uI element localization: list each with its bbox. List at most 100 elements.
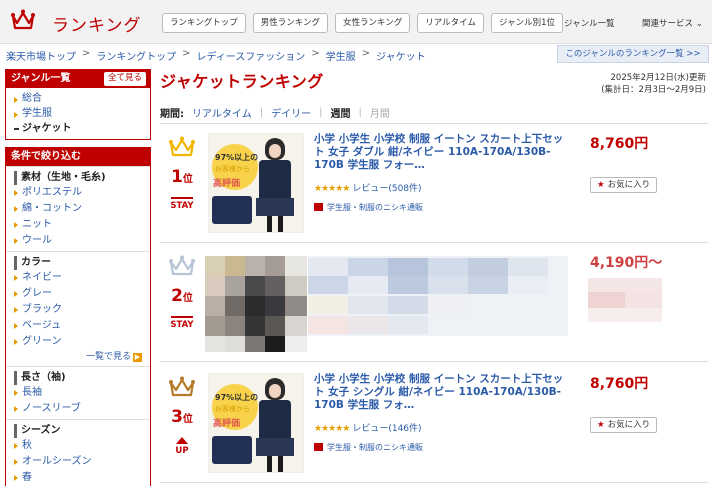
price: 8,760円 [590, 136, 649, 152]
filter-title: カラー [14, 256, 142, 270]
product-image[interactable]: 97%以上の お客様から 高評価 [208, 373, 304, 473]
folded-jacket [212, 436, 252, 464]
shop-house-icon [314, 443, 323, 451]
price: 4,190円～ [590, 255, 663, 271]
filter-title: 素材（生地・毛糸) [14, 171, 142, 185]
badge-text: 高評価 [213, 419, 241, 429]
gold-crown-icon [169, 136, 195, 157]
breadcrumb-separator: > [361, 48, 371, 59]
model-skirt [256, 438, 294, 456]
nav-women-ranking[interactable]: 女性ランキング [335, 13, 411, 33]
rank-value: 2 [171, 286, 183, 306]
see-all-button[interactable]: 全て見る [103, 72, 146, 86]
product-title-link[interactable]: 小学 小学生 小学校 制服 イートン スカート上下セット 女子 ダブル 紺/ネイ… [314, 133, 566, 172]
filter-item[interactable]: 長袖 [14, 385, 142, 401]
crown-logo-icon[interactable] [10, 8, 36, 32]
logo-text[interactable]: ランキング [52, 11, 142, 36]
tab-realtime[interactable]: リアルタイム [192, 105, 252, 120]
filter-item[interactable]: ブラック [14, 302, 142, 318]
shop-link[interactable]: 学生服・制服のニシキ通販 [314, 202, 423, 213]
filter-item[interactable]: 春 [14, 470, 142, 486]
favorite-label: お気に入り [607, 420, 651, 430]
filter-item[interactable]: グリーン [14, 334, 142, 350]
shop-house-icon [314, 203, 323, 211]
genre-box: ジャンル一覧 全て見る 総合 学生服 ジャケット [5, 69, 151, 140]
ranking-item: 3位 UP 97%以上の お客様から 高評価 小学 小学生 小学校 制服 イート… [160, 365, 708, 483]
review-count: レビュー(146件) [352, 424, 422, 434]
filter-item[interactable]: ノースリーブ [14, 401, 142, 417]
filter-item[interactable]: ネイビー [14, 270, 142, 286]
filter-season: シーズン 秋 オールシーズン 春 [6, 419, 150, 486]
favorite-button[interactable]: ★ お気に入り [590, 417, 658, 433]
filter-item[interactable]: ウール [14, 233, 142, 249]
genre-list-link[interactable]: ジャンル一覧 [564, 17, 615, 29]
filter-color: カラー ネイビー グレー ブラック ベージュ グリーン 一覧で見る ▶ [6, 251, 150, 366]
arrow-right-icon: ▶ [133, 353, 142, 362]
nav-realtime[interactable]: リアルタイム [417, 13, 484, 33]
color-more-link[interactable]: 一覧で見る ▶ [14, 350, 142, 364]
pixelated-product-image[interactable] [205, 256, 307, 352]
rank-number: 2位 [168, 286, 196, 306]
breadcrumb-separator: > [182, 48, 191, 59]
filter-material: 素材（生地・毛糸) ポリエステル 綿・コットン ニット ウール [6, 166, 150, 251]
filter-box-title: 条件で絞り込む [6, 148, 150, 166]
genre-box-title: ジャンル一覧 [11, 73, 71, 84]
badge-text: 97%以上の [215, 153, 259, 162]
aggregation-period: (集計日：2月3日～2月9日) [601, 85, 706, 95]
period-tabs: 期間: リアルタイム | デイリー | 週間 | 月間 [160, 102, 708, 124]
breadcrumb: 楽天市場トップ > ランキングトップ > レディースファッション > 学生服 >… [6, 48, 426, 63]
shop-name: 学生服・制服のニシキ通販 [327, 203, 423, 212]
page-title: ジャケットランキング [160, 72, 324, 91]
filter-item[interactable]: ニット [14, 217, 142, 233]
filter-item[interactable]: グレー [14, 286, 142, 302]
filter-item[interactable]: オールシーズン [14, 454, 142, 470]
pixelated-favorite-button[interactable] [588, 278, 662, 322]
review-row[interactable]: ★★★★★ レビュー(508件) [314, 181, 422, 194]
genre-item-jacket: ジャケット [14, 121, 142, 136]
favorite-button[interactable]: ★ お気に入り [590, 177, 658, 193]
star-icon: ★ [597, 420, 605, 430]
tab-weekly: 週間 [330, 109, 351, 120]
genre-item-overall[interactable]: 総合 [14, 91, 142, 106]
genre-list: 総合 学生服 ジャケット [6, 88, 150, 139]
ranking-item: 2位 STAY 4,190円～ [160, 244, 708, 362]
update-date-line: 2025年2月12日(水)更新 [610, 73, 707, 83]
filter-item[interactable]: 綿・コットン [14, 201, 142, 217]
movement-label: STAY [170, 201, 194, 211]
tab-daily[interactable]: デイリー [271, 105, 311, 120]
filter-title: 長さ（袖) [14, 371, 142, 385]
breadcrumb-ranking-top[interactable]: ランキングトップ [96, 48, 176, 63]
top-nav: ランキングトップ 男性ランキング 女性ランキング リアルタイム ジャンル別1位 [162, 13, 563, 33]
nav-genre-first[interactable]: ジャンル別1位 [491, 13, 563, 33]
model-face [269, 144, 281, 158]
shop-link[interactable]: 学生服・制服のニシキ通販 [314, 442, 423, 453]
nav-ranking-top[interactable]: ランキングトップ [162, 13, 246, 33]
filter-item[interactable]: ベージュ [14, 318, 142, 334]
breadcrumb-ladies-fashion[interactable]: レディースファッション [196, 48, 305, 63]
genre-item-school-uniform[interactable]: 学生服 [14, 106, 142, 121]
product-title-link[interactable]: 小学 小学生 小学校 制服 イートン スカート上下セット 女子 シングル 紺/ネ… [314, 373, 566, 412]
period-separator: | [259, 107, 264, 118]
tab-monthly: 月間 [369, 109, 390, 120]
movement-label: UP [175, 446, 189, 456]
product-image[interactable]: 97%以上の お客様から 高評価 [208, 133, 304, 233]
bronze-crown-icon [169, 376, 195, 397]
related-services-link[interactable]: 関連サービス ⌄ [642, 17, 703, 29]
pixelated-product-info[interactable] [308, 256, 568, 336]
rank-number: 3位 [168, 407, 196, 427]
model-jacket [259, 160, 291, 200]
stay-line-icon [171, 316, 193, 318]
breadcrumb-rakuten-top[interactable]: 楽天市場トップ [6, 48, 76, 63]
favorite-label: お気に入り [607, 180, 651, 190]
badge-text: お客様から [215, 405, 250, 413]
filter-item[interactable]: 秋 [14, 438, 142, 454]
filter-item[interactable]: ポリエステル [14, 185, 142, 201]
breadcrumb-school-uniform[interactable]: 学生服 [326, 48, 356, 63]
breadcrumb-jacket[interactable]: ジャケット [376, 48, 426, 63]
rank-suffix: 位 [182, 293, 193, 304]
genre-box-header: ジャンル一覧 全て見る [6, 70, 150, 88]
nav-men-ranking[interactable]: 男性ランキング [252, 13, 328, 33]
update-date: 2025年2月12日(水)更新 (集計日：2月3日～2月9日) [601, 72, 706, 96]
genre-ranking-list-button[interactable]: このジャンルのランキング一覧 >> [557, 45, 709, 63]
review-row[interactable]: ★★★★★ レビュー(146件) [314, 421, 422, 434]
